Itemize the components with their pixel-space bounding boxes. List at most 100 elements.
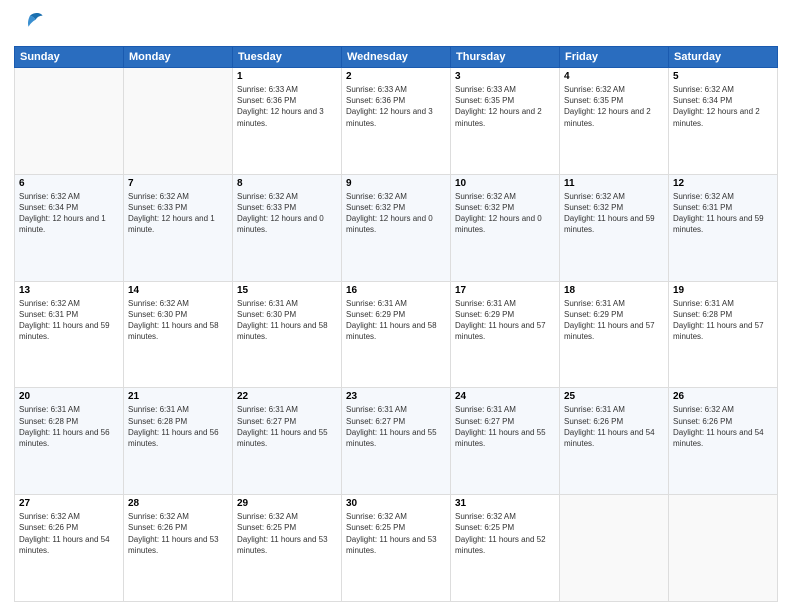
calendar-cell: 16 Sunrise: 6:31 AM Sunset: 6:29 PM Dayli…	[342, 281, 451, 388]
cell-text: Sunrise: 6:31 AM Sunset: 6:29 PM Dayligh…	[455, 298, 555, 343]
calendar-cell: 29 Sunrise: 6:32 AM Sunset: 6:25 PM Dayli…	[233, 495, 342, 602]
calendar-week-row: 1 Sunrise: 6:33 AM Sunset: 6:36 PM Daylig…	[15, 68, 778, 175]
logo	[14, 10, 44, 38]
day-number: 11	[564, 178, 664, 189]
cell-text: Sunrise: 6:31 AM Sunset: 6:27 PM Dayligh…	[455, 404, 555, 449]
day-number: 25	[564, 391, 664, 402]
day-number: 24	[455, 391, 555, 402]
calendar-cell	[669, 495, 778, 602]
calendar-cell: 6 Sunrise: 6:32 AM Sunset: 6:34 PM Daylig…	[15, 174, 124, 281]
cell-text: Sunrise: 6:32 AM Sunset: 6:26 PM Dayligh…	[673, 404, 773, 449]
calendar-cell: 3Sunrise: 6:33 AM Sunset: 6:35 PM Daylig…	[451, 68, 560, 175]
calendar-week-row: 13 Sunrise: 6:32 AM Sunset: 6:31 PM Dayli…	[15, 281, 778, 388]
day-number: 28	[128, 498, 228, 509]
calendar-cell: 27Sunrise: 6:32 AM Sunset: 6:26 PM Dayli…	[15, 495, 124, 602]
day-number: 15	[237, 285, 337, 296]
day-number: 1	[237, 71, 337, 82]
day-number: 6	[19, 178, 119, 189]
cell-text: Sunrise: 6:32 AM Sunset: 6:26 PM Dayligh…	[19, 511, 119, 556]
calendar-cell: 23 Sunrise: 6:31 AM Sunset: 6:27 PM Dayli…	[342, 388, 451, 495]
day-number: 30	[346, 498, 446, 509]
day-number: 26	[673, 391, 773, 402]
day-number: 29	[237, 498, 337, 509]
day-number: 13	[19, 285, 119, 296]
cell-text: Sunrise: 6:31 AM Sunset: 6:29 PM Dayligh…	[346, 298, 446, 343]
day-number: 19	[673, 285, 773, 296]
cell-text: Sunrise: 6:31 AM Sunset: 6:30 PM Dayligh…	[237, 298, 337, 343]
cell-text: Sunrise: 6:33 AM Sunset: 6:36 PM Dayligh…	[237, 84, 337, 129]
cell-text: Sunrise: 6:32 AM Sunset: 6:30 PM Dayligh…	[128, 298, 228, 343]
calendar-week-row: 6 Sunrise: 6:32 AM Sunset: 6:34 PM Daylig…	[15, 174, 778, 281]
cell-text: Sunrise: 6:32 AM Sunset: 6:35 PM Dayligh…	[564, 84, 664, 129]
calendar-cell	[15, 68, 124, 175]
calendar-cell: 14 Sunrise: 6:32 AM Sunset: 6:30 PM Dayli…	[124, 281, 233, 388]
day-number: 20	[19, 391, 119, 402]
cell-text: Sunrise: 6:32 AM Sunset: 6:32 PM Dayligh…	[455, 191, 555, 236]
cell-text: Sunrise: 6:33 AM Sunset: 6:36 PM Dayligh…	[346, 84, 446, 129]
calendar-cell: 7 Sunrise: 6:32 AM Sunset: 6:33 PM Daylig…	[124, 174, 233, 281]
calendar-cell: 2 Sunrise: 6:33 AM Sunset: 6:36 PM Daylig…	[342, 68, 451, 175]
cell-text: Sunrise: 6:32 AM Sunset: 6:25 PM Dayligh…	[237, 511, 337, 556]
day-of-week-header: Tuesday	[233, 47, 342, 68]
calendar-cell: 28 Sunrise: 6:32 AM Sunset: 6:26 PM Dayli…	[124, 495, 233, 602]
page: SundayMondayTuesdayWednesdayThursdayFrid…	[0, 0, 792, 612]
cell-text: Sunrise: 6:32 AM Sunset: 6:34 PM Dayligh…	[673, 84, 773, 129]
calendar-cell: 1 Sunrise: 6:33 AM Sunset: 6:36 PM Daylig…	[233, 68, 342, 175]
calendar-cell: 10 Sunrise: 6:32 AM Sunset: 6:32 PM Dayli…	[451, 174, 560, 281]
calendar-cell: 20 Sunrise: 6:31 AM Sunset: 6:28 PM Dayli…	[15, 388, 124, 495]
cell-text: Sunrise: 6:32 AM Sunset: 6:32 PM Dayligh…	[346, 191, 446, 236]
calendar-cell: 21 Sunrise: 6:31 AM Sunset: 6:28 PM Dayli…	[124, 388, 233, 495]
day-of-week-header: Monday	[124, 47, 233, 68]
cell-text: Sunrise: 6:31 AM Sunset: 6:28 PM Dayligh…	[19, 404, 119, 449]
day-number: 2	[346, 71, 446, 82]
cell-text: Sunrise: 6:31 AM Sunset: 6:29 PM Dayligh…	[564, 298, 664, 343]
calendar-cell: 8 Sunrise: 6:32 AM Sunset: 6:33 PM Daylig…	[233, 174, 342, 281]
cell-text: Sunrise: 6:32 AM Sunset: 6:31 PM Dayligh…	[19, 298, 119, 343]
day-of-week-header: Friday	[560, 47, 669, 68]
day-number: 3	[455, 71, 555, 82]
calendar-cell: 24 Sunrise: 6:31 AM Sunset: 6:27 PM Dayli…	[451, 388, 560, 495]
calendar-table: SundayMondayTuesdayWednesdayThursdayFrid…	[14, 46, 778, 602]
day-number: 21	[128, 391, 228, 402]
day-of-week-header: Wednesday	[342, 47, 451, 68]
cell-text: Sunrise: 6:31 AM Sunset: 6:28 PM Dayligh…	[128, 404, 228, 449]
cell-text: Sunrise: 6:31 AM Sunset: 6:28 PM Dayligh…	[673, 298, 773, 343]
cell-text: Sunrise: 6:32 AM Sunset: 6:33 PM Dayligh…	[128, 191, 228, 236]
day-number: 9	[346, 178, 446, 189]
calendar-cell: 12Sunrise: 6:32 AM Sunset: 6:31 PM Dayli…	[669, 174, 778, 281]
day-number: 8	[237, 178, 337, 189]
day-number: 16	[346, 285, 446, 296]
calendar-cell: 15 Sunrise: 6:31 AM Sunset: 6:30 PM Dayli…	[233, 281, 342, 388]
day-of-week-header: Sunday	[15, 47, 124, 68]
day-number: 7	[128, 178, 228, 189]
cell-text: Sunrise: 6:32 AM Sunset: 6:34 PM Dayligh…	[19, 191, 119, 236]
calendar-cell: 26 Sunrise: 6:32 AM Sunset: 6:26 PM Dayli…	[669, 388, 778, 495]
calendar-cell: 13 Sunrise: 6:32 AM Sunset: 6:31 PM Dayli…	[15, 281, 124, 388]
calendar-cell: 18Sunrise: 6:31 AM Sunset: 6:29 PM Dayli…	[560, 281, 669, 388]
cell-text: Sunrise: 6:32 AM Sunset: 6:25 PM Dayligh…	[455, 511, 555, 556]
calendar-cell: 25 Sunrise: 6:31 AM Sunset: 6:26 PM Dayli…	[560, 388, 669, 495]
calendar-header-row: SundayMondayTuesdayWednesdayThursdayFrid…	[15, 47, 778, 68]
cell-text: Sunrise: 6:32 AM Sunset: 6:31 PM Dayligh…	[673, 191, 773, 236]
day-number: 14	[128, 285, 228, 296]
day-number: 10	[455, 178, 555, 189]
day-number: 22	[237, 391, 337, 402]
calendar-cell: 19 Sunrise: 6:31 AM Sunset: 6:28 PM Dayli…	[669, 281, 778, 388]
cell-text: Sunrise: 6:32 AM Sunset: 6:26 PM Dayligh…	[128, 511, 228, 556]
calendar-cell: 22Sunrise: 6:31 AM Sunset: 6:27 PM Dayli…	[233, 388, 342, 495]
day-number: 23	[346, 391, 446, 402]
calendar-cell	[124, 68, 233, 175]
calendar-cell: 30 Sunrise: 6:32 AM Sunset: 6:25 PM Dayli…	[342, 495, 451, 602]
calendar-cell: 11Sunrise: 6:32 AM Sunset: 6:32 PM Dayli…	[560, 174, 669, 281]
day-number: 4	[564, 71, 664, 82]
calendar-cell: 4 Sunrise: 6:32 AM Sunset: 6:35 PM Daylig…	[560, 68, 669, 175]
cell-text: Sunrise: 6:31 AM Sunset: 6:26 PM Dayligh…	[564, 404, 664, 449]
logo-bird-icon	[16, 10, 44, 38]
calendar-week-row: 20 Sunrise: 6:31 AM Sunset: 6:28 PM Dayli…	[15, 388, 778, 495]
day-number: 31	[455, 498, 555, 509]
cell-text: Sunrise: 6:31 AM Sunset: 6:27 PM Dayligh…	[346, 404, 446, 449]
calendar-cell: 31 Sunrise: 6:32 AM Sunset: 6:25 PM Dayli…	[451, 495, 560, 602]
calendar-cell: 9 Sunrise: 6:32 AM Sunset: 6:32 PM Daylig…	[342, 174, 451, 281]
cell-text: Sunrise: 6:32 AM Sunset: 6:33 PM Dayligh…	[237, 191, 337, 236]
cell-text: Sunrise: 6:32 AM Sunset: 6:25 PM Dayligh…	[346, 511, 446, 556]
